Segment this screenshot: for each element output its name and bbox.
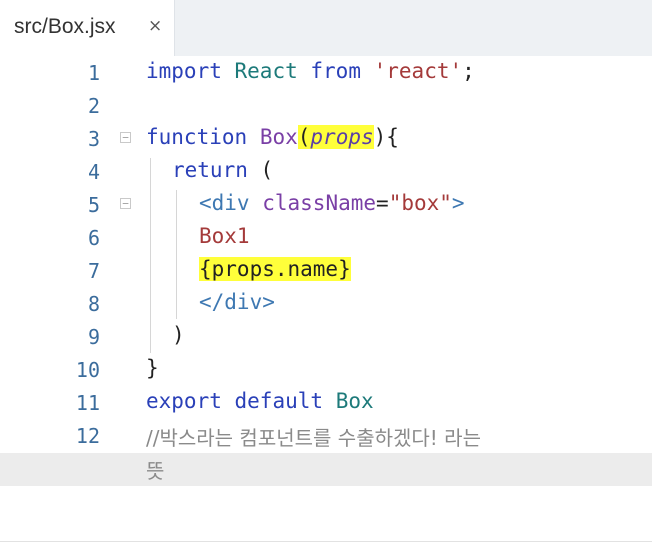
line-number: 5 xyxy=(87,193,100,217)
jsx-expression-props-name: {props.name} xyxy=(199,257,351,281)
code-text: return ( xyxy=(172,158,273,182)
code-line: 4 return ( xyxy=(0,155,652,188)
line-number: 12 xyxy=(75,424,100,448)
attr-classname: className xyxy=(262,191,377,215)
bottom-divider xyxy=(0,541,652,542)
line-number: 1 xyxy=(87,61,100,85)
keyword-function: function xyxy=(146,125,248,149)
code-line: 3 − function Box(props){ xyxy=(0,122,652,155)
code-text: {props.name} xyxy=(199,257,351,281)
code-text: function Box(props){ xyxy=(146,125,399,149)
code-editor[interactable]: 1 import React from 'react'; 2 3 − funct… xyxy=(0,56,652,500)
code-text: </div> xyxy=(199,290,275,314)
equals: = xyxy=(376,191,389,215)
tab-bar: src/Box.jsx × xyxy=(0,0,652,56)
semicolon: ; xyxy=(462,59,475,83)
paren-open: ( xyxy=(247,158,274,182)
keyword-default: default xyxy=(234,389,324,413)
fold-toggle-icon[interactable]: − xyxy=(120,198,131,209)
keyword-export: export xyxy=(146,389,222,413)
code-text: ) xyxy=(172,323,185,347)
line-number: 4 xyxy=(87,160,100,184)
keyword-import: import xyxy=(146,59,222,83)
paren-close: ) xyxy=(172,323,185,347)
paren-close-brace: ){ xyxy=(373,125,399,149)
jsx-text-box1: Box1 xyxy=(199,224,250,248)
comment-text: //박스라는 컴포넌트를 수출하겠다! 라는 xyxy=(146,426,481,450)
tab-title: src/Box.jsx xyxy=(14,15,116,38)
code-line: 9 ) xyxy=(0,320,652,353)
string-react: 'react' xyxy=(373,59,463,83)
code-line: 12 //박스라는 컴포넌트를 수출하겠다! 라는 xyxy=(0,419,652,452)
code-text: <div className="box"> xyxy=(199,191,465,215)
comment-text-wrap: 뜻 xyxy=(146,459,165,483)
code-line: 10 } xyxy=(0,353,652,386)
code-text: } xyxy=(146,356,159,380)
code-text: import React from 'react'; xyxy=(146,59,475,83)
paren-open: ( xyxy=(297,125,311,149)
tab-box-jsx[interactable]: src/Box.jsx × xyxy=(0,0,175,56)
code-line: 11 export default Box xyxy=(0,386,652,419)
line-number: 9 xyxy=(87,325,100,349)
line-number: 8 xyxy=(87,292,100,316)
line-number: 3 xyxy=(87,127,100,151)
line-number: 6 xyxy=(87,226,100,250)
line-number: 11 xyxy=(75,391,100,415)
fold-toggle-icon[interactable]: − xyxy=(120,132,131,143)
tag-div-open: <div xyxy=(199,191,250,215)
code-text: export default Box xyxy=(146,389,374,413)
code-line: 2 xyxy=(0,89,652,122)
code-text: Box1 xyxy=(199,224,250,248)
param-props: props xyxy=(310,125,374,149)
code-line-wrap: 뜻 xyxy=(0,452,652,485)
keyword-from: from xyxy=(310,59,361,83)
code-line: 8 </div> xyxy=(0,287,652,320)
line-number: 2 xyxy=(87,94,100,118)
attr-value-box: "box" xyxy=(388,191,452,215)
line-number: 10 xyxy=(75,358,100,382)
identifier-box: Box xyxy=(335,389,374,413)
identifier-react: React xyxy=(234,59,298,83)
close-icon[interactable]: × xyxy=(148,16,162,36)
code-line: 7 {props.name} xyxy=(0,254,652,287)
brace-close: } xyxy=(146,356,159,380)
code-line: 1 import React from 'react'; xyxy=(0,56,652,89)
tag-close-bracket: > xyxy=(451,191,465,215)
keyword-return: return xyxy=(172,158,248,182)
function-name-box: Box xyxy=(259,125,298,149)
code-line: 5 − <div className="box"> xyxy=(0,188,652,221)
tag-div-close: </div> xyxy=(199,290,275,314)
line-number: 7 xyxy=(87,259,100,283)
code-line: 6 Box1 xyxy=(0,221,652,254)
